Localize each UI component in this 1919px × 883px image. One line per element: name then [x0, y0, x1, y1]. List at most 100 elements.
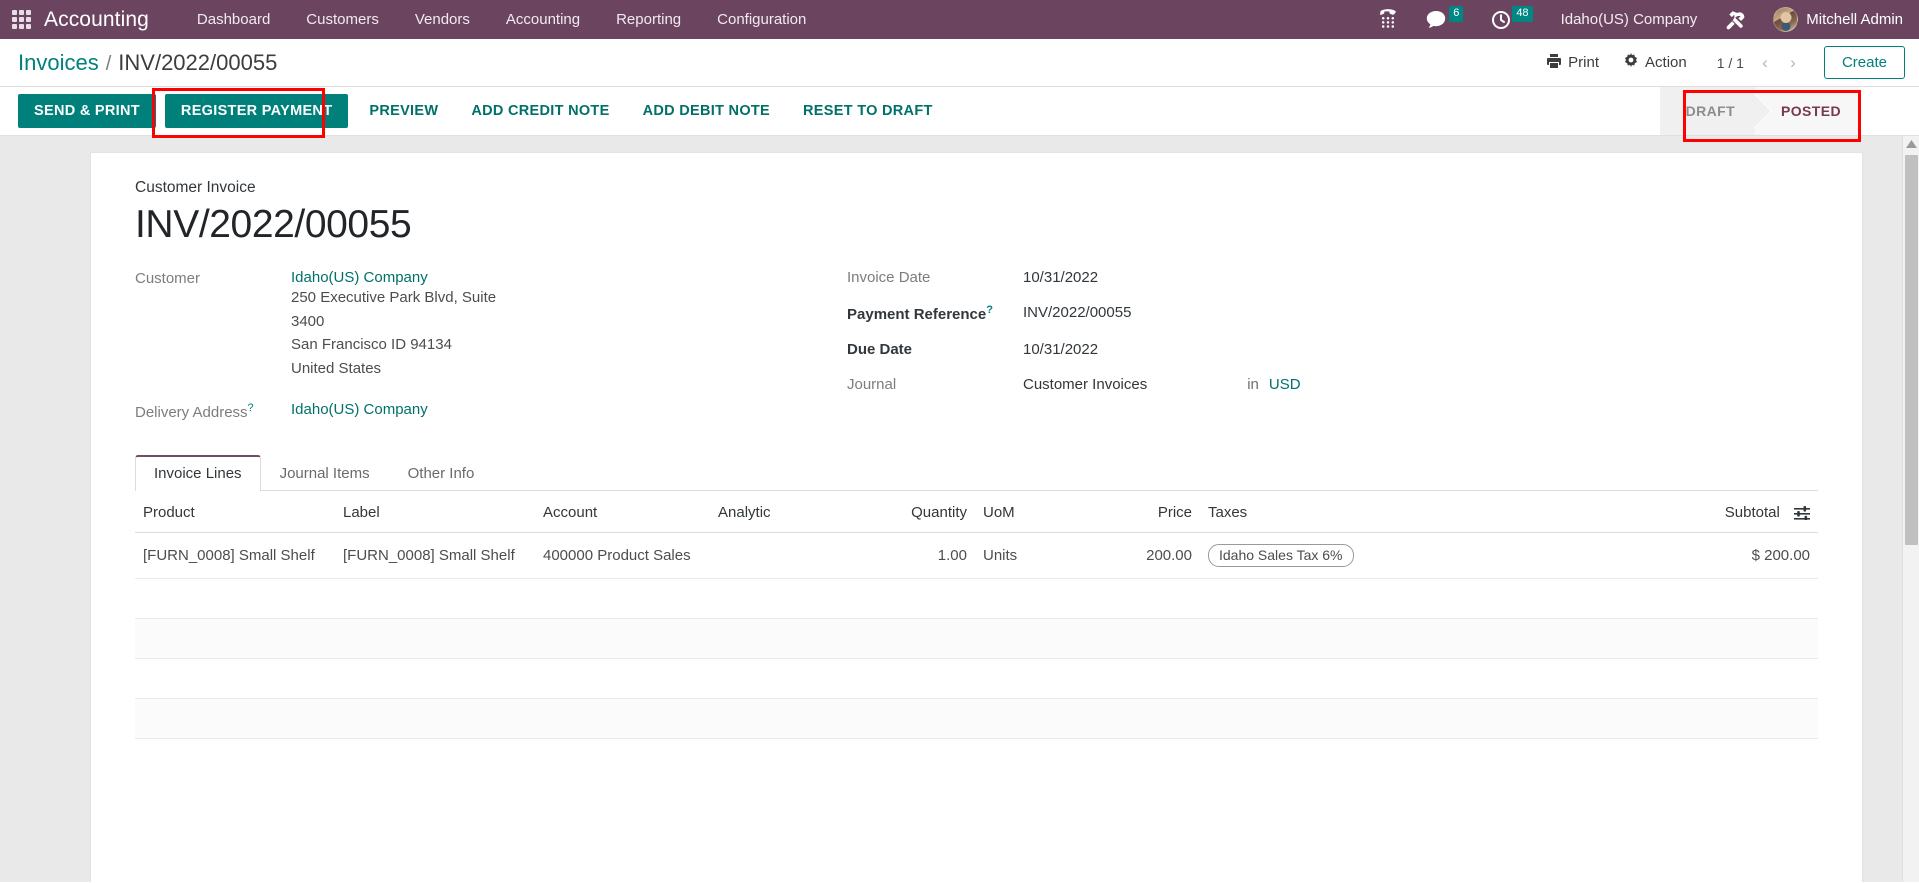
record-statusbar: DRAFT POSTED: [1659, 87, 1861, 135]
reset-to-draft-button[interactable]: RESET TO DRAFT: [791, 94, 945, 128]
control-panel: Invoices / INV/2022/00055 Print Action 1…: [0, 39, 1919, 87]
cell-analytic[interactable]: [710, 532, 870, 579]
caret-up-icon[interactable]: [1903, 136, 1919, 153]
menu-item-dashboard[interactable]: Dashboard: [179, 2, 288, 37]
column-header-product[interactable]: Product: [135, 490, 335, 533]
help-tooltip-icon[interactable]: ?: [986, 304, 993, 316]
table-row-empty[interactable]: [135, 618, 1818, 659]
invoice-lines-table: Product Label Account Analytic Quantity …: [135, 490, 1818, 739]
cell-subtotal: $ 200.00: [1648, 532, 1818, 579]
invoice-date-value[interactable]: 10/31/2022: [1023, 269, 1098, 286]
breadcrumb-current-record: INV/2022/00055: [118, 49, 278, 75]
empty-cell[interactable]: [135, 698, 1818, 739]
menu-item-configuration[interactable]: Configuration: [699, 2, 824, 37]
app-brand-accounting[interactable]: Accounting: [44, 8, 149, 32]
menu-item-reporting[interactable]: Reporting: [598, 2, 699, 37]
cell-uom[interactable]: Units: [975, 532, 1095, 579]
user-menu[interactable]: Mitchell Admin: [1761, 7, 1907, 32]
journal-currency-preposition: in: [1247, 376, 1259, 393]
due-date-value[interactable]: 10/31/2022: [1023, 341, 1098, 358]
menu-item-vendors[interactable]: Vendors: [397, 2, 488, 37]
payment-reference-value[interactable]: INV/2022/00055: [1023, 304, 1131, 323]
vertical-scroll-thumb[interactable]: [1905, 155, 1918, 545]
cell-account[interactable]: 400000 Product Sales: [535, 532, 710, 579]
journal-currency-link[interactable]: USD: [1269, 376, 1301, 393]
journal-label: Journal: [847, 376, 897, 393]
cell-taxes[interactable]: Idaho Sales Tax 6%: [1200, 532, 1648, 579]
cell-price[interactable]: 200.00: [1095, 532, 1200, 579]
send-and-print-button[interactable]: SEND & PRINT: [18, 94, 156, 128]
sliders-icon[interactable]: [1794, 505, 1810, 520]
column-header-price[interactable]: Price: [1095, 490, 1200, 533]
customer-label: Customer: [135, 270, 201, 287]
status-draft[interactable]: DRAFT: [1659, 87, 1756, 135]
column-header-subtotal[interactable]: Subtotal: [1648, 490, 1818, 533]
add-debit-note-button[interactable]: ADD DEBIT NOTE: [631, 94, 782, 128]
tab-other-info[interactable]: Other Info: [389, 455, 494, 491]
field-payment-reference: Payment Reference? INV/2022/00055: [847, 304, 1818, 323]
tab-invoice-lines[interactable]: Invoice Lines: [135, 454, 261, 491]
preview-button[interactable]: PREVIEW: [357, 94, 450, 128]
breadcrumb-invoices-link[interactable]: Invoices: [18, 50, 99, 76]
notebook: Invoice Lines Journal Items Other Info P…: [135, 454, 1818, 739]
tab-journal-items[interactable]: Journal Items: [261, 455, 389, 491]
document-type-label: Customer Invoice: [135, 179, 256, 196]
empty-cell[interactable]: [135, 658, 1818, 699]
printer-icon: [1546, 53, 1562, 73]
print-button[interactable]: Print: [1534, 48, 1611, 78]
table-row[interactable]: [FURN_0008] Small Shelf [FURN_0008] Smal…: [135, 532, 1818, 579]
column-header-taxes[interactable]: Taxes: [1200, 490, 1648, 533]
column-header-quantity[interactable]: Quantity: [870, 490, 975, 533]
vertical-scrollbar[interactable]: [1902, 136, 1919, 882]
cell-quantity[interactable]: 1.00: [870, 532, 975, 579]
form-left-column: Customer Idaho(US) Company 250 Executive…: [135, 269, 805, 431]
invoice-lines-header: Product Label Account Analytic Quantity …: [135, 490, 1818, 533]
breadcrumb: Invoices / INV/2022/00055: [18, 50, 277, 76]
company-switcher[interactable]: Idaho(US) Company: [1547, 11, 1712, 28]
help-tooltip-icon[interactable]: ?: [248, 402, 254, 414]
delivery-address-label: Delivery Address?: [135, 401, 291, 421]
activities-count-badge: 48: [1512, 6, 1533, 22]
phone-dialpad-icon[interactable]: [1364, 0, 1412, 39]
column-header-uom[interactable]: UoM: [975, 490, 1095, 533]
column-header-analytic[interactable]: Analytic: [710, 490, 870, 533]
customer-value-link[interactable]: Idaho(US) Company: [291, 269, 506, 286]
cell-label[interactable]: [FURN_0008] Small Shelf: [335, 532, 535, 579]
wrench-screwdriver-icon[interactable]: [1711, 0, 1761, 39]
table-row-empty[interactable]: [135, 658, 1818, 699]
field-due-date: Due Date 10/31/2022: [847, 341, 1818, 358]
empty-cell[interactable]: [135, 618, 1818, 659]
column-header-label[interactable]: Label: [335, 490, 535, 533]
add-credit-note-button[interactable]: ADD CREDIT NOTE: [459, 94, 621, 128]
customer-address-line-3: United States: [291, 360, 382, 378]
customer-address-line-1: 250 Executive Park Blvd, Suite 3400: [291, 289, 497, 330]
delivery-address-value-link[interactable]: Idaho(US) Company: [291, 401, 428, 421]
gear-icon: [1623, 52, 1639, 73]
pager-next-button[interactable]: ›: [1780, 50, 1806, 76]
journal-value[interactable]: Customer Invoices: [1023, 376, 1147, 393]
field-delivery-address: Delivery Address? Idaho(US) Company: [135, 401, 805, 421]
column-header-account[interactable]: Account: [535, 490, 710, 533]
table-row-empty[interactable]: [135, 698, 1818, 739]
activities-button[interactable]: 48: [1477, 0, 1546, 39]
menu-item-customers[interactable]: Customers: [288, 2, 397, 37]
messages-button[interactable]: 6: [1412, 0, 1477, 39]
empty-cell[interactable]: [135, 578, 1818, 619]
page-title: INV/2022/00055: [135, 203, 412, 246]
column-header-subtotal-text: Subtotal: [1724, 503, 1780, 521]
form-buttons-group: SEND & PRINT REGISTER PAYMENT PREVIEW AD…: [18, 94, 945, 128]
avatar: [1773, 7, 1799, 32]
register-payment-button[interactable]: REGISTER PAYMENT: [164, 94, 349, 128]
action-button[interactable]: Action: [1611, 48, 1699, 78]
apps-grid-icon[interactable]: [10, 9, 32, 31]
cell-product[interactable]: [FURN_0008] Small Shelf: [135, 532, 335, 579]
pager-previous-button[interactable]: ‹: [1752, 50, 1778, 76]
table-row-empty[interactable]: [135, 578, 1818, 619]
navbar-right-tools: 6 48 Idaho(US) Company Mitchell Admin: [1364, 0, 1907, 39]
menu-item-accounting[interactable]: Accounting: [488, 2, 598, 37]
user-name: Mitchell Admin: [1806, 11, 1903, 28]
form-right-column: Invoice Date 10/31/2022 Payment Referenc…: [805, 269, 1818, 431]
form-action-bar: SEND & PRINT REGISTER PAYMENT PREVIEW AD…: [0, 87, 1919, 136]
tax-badge: Idaho Sales Tax 6%: [1208, 543, 1354, 567]
create-button[interactable]: Create: [1823, 46, 1905, 79]
